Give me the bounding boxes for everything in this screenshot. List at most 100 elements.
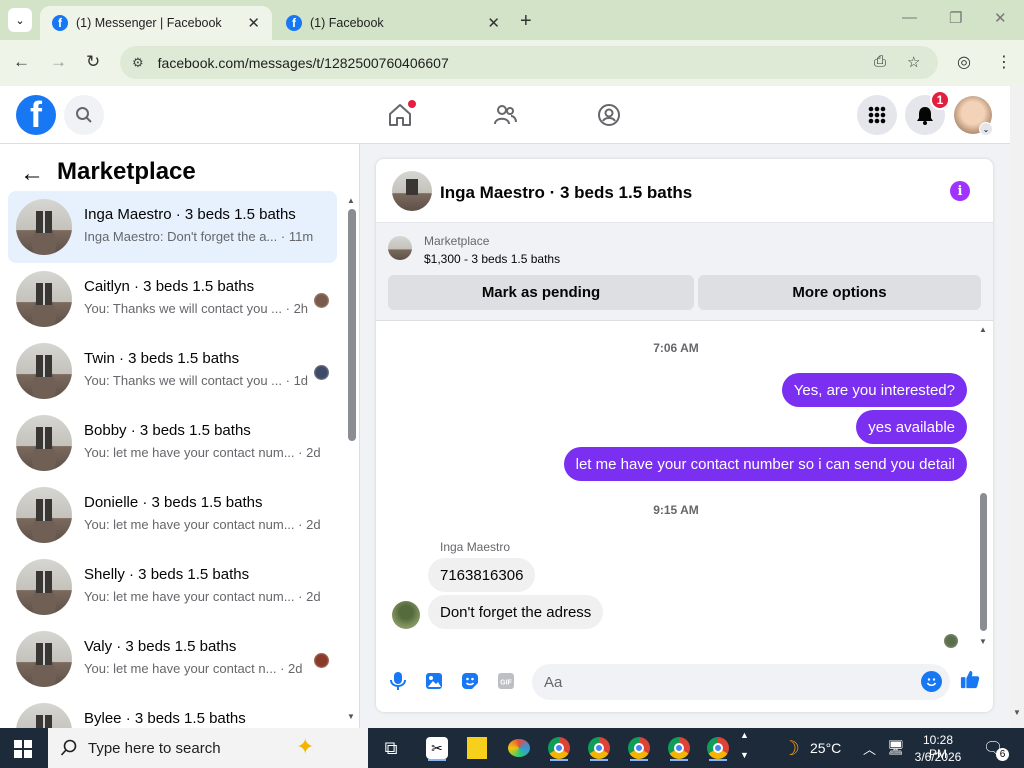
conversation-item[interactable]: Caitlyn · 3 beds 1.5 baths You: Thanks we…	[8, 263, 337, 335]
chrome-app-icon-5[interactable]	[703, 734, 733, 762]
listing-thumbnail	[16, 343, 72, 399]
conversation-item[interactable]: Bobby · 3 beds 1.5 baths You: let me have…	[8, 407, 337, 479]
profile-icon[interactable]: ◎	[957, 52, 971, 72]
listing-thumbnail[interactable]	[392, 171, 432, 211]
windows-start-icon[interactable]	[14, 740, 32, 758]
chrome-app-icon-2[interactable]	[584, 734, 614, 762]
close-tab-icon[interactable]: ✕	[247, 14, 260, 32]
marketplace-label: Marketplace	[424, 234, 490, 248]
attach-photo-button[interactable]	[424, 671, 444, 691]
incoming-message[interactable]: 7163816306	[428, 558, 536, 592]
tab-messenger[interactable]: f (1) Messenger | Facebook ✕	[40, 6, 272, 40]
conversation-item[interactable]: Bylee · 3 beds 1.5 baths	[8, 695, 337, 728]
site-info-icon[interactable]: ⚙	[132, 55, 144, 71]
listing-price[interactable]: $1,300 - 3 beds 1.5 baths	[424, 252, 560, 266]
minimize-button[interactable]: —	[902, 9, 917, 26]
facebook-header: f	[0, 86, 1010, 144]
more-options-button[interactable]: More options	[698, 275, 981, 310]
bookmark-star-icon[interactable]: ☆	[907, 53, 920, 71]
outgoing-message[interactable]: let me have your contact number so i can…	[563, 447, 967, 481]
emoji-button[interactable]	[921, 671, 942, 692]
new-tab-button[interactable]: +	[520, 10, 532, 33]
seen-avatar	[314, 653, 329, 668]
outgoing-message[interactable]: yes available	[856, 410, 967, 444]
tab-facebook[interactable]: f (1) Facebook ✕	[274, 6, 512, 40]
scrollbar-thumb[interactable]	[348, 209, 356, 441]
conversation-item[interactable]: Twin · 3 beds 1.5 baths You: Thanks we wi…	[8, 335, 337, 407]
friends-nav-button[interactable]	[490, 100, 520, 130]
chrome-app-icon-1[interactable]	[544, 734, 574, 762]
taskbar-search-box[interactable]: Type here to search ✦	[48, 728, 368, 768]
network-icon[interactable]: 🖥	[887, 739, 905, 756]
gif-button[interactable]: GIF	[496, 671, 516, 691]
listing-thumbnail-small[interactable]	[388, 236, 412, 260]
outgoing-message[interactable]: Yes, are you interested?	[781, 373, 967, 407]
scroll-down-arrow[interactable]: ▼	[979, 637, 987, 646]
thumbs-up-icon	[960, 670, 980, 689]
task-view-icon[interactable]: ⧉	[376, 734, 406, 762]
mark-as-pending-button[interactable]: Mark as pending	[388, 275, 694, 310]
facebook-logo-icon[interactable]: f	[16, 95, 56, 135]
conversation-item[interactable]: Inga Maestro · 3 beds 1.5 baths Inga Maes…	[8, 191, 337, 263]
sender-avatar[interactable]	[392, 601, 420, 629]
message-scrollbar[interactable]: ▲ ▼	[976, 321, 990, 651]
conversation-preview-text: You: Thanks we will contact you ...	[84, 373, 282, 388]
listing-thumbnail	[16, 487, 72, 543]
notification-center-count: 6	[996, 748, 1009, 761]
page-scrollbar[interactable]: ▼	[1010, 86, 1024, 728]
chrome-app-icon-3[interactable]	[624, 734, 654, 762]
capcut-app-icon[interactable]: ✂	[422, 734, 452, 762]
install-app-icon[interactable]: ⎙	[874, 53, 886, 70]
taskbar-scroll-arrows[interactable]: ▲ ▼	[740, 730, 749, 760]
gif-icon: GIF	[498, 673, 514, 689]
back-button[interactable]: ←	[13, 52, 30, 72]
paint-app-icon[interactable]	[504, 734, 534, 762]
conversation-item[interactable]: Donielle · 3 beds 1.5 baths You: let me h…	[8, 479, 337, 551]
page-scroll-down-arrow[interactable]: ▼	[1013, 708, 1021, 717]
search-highlight-icon[interactable]: ✦	[296, 734, 314, 760]
listing-thumbnail	[16, 199, 72, 255]
conversation-item[interactable]: Valy · 3 beds 1.5 baths You: let me have …	[8, 623, 337, 695]
chat-title[interactable]: Inga Maestro · 3 beds 1.5 baths	[440, 183, 692, 203]
account-chevron-icon[interactable]: ⌄	[979, 122, 993, 136]
groups-nav-button[interactable]	[594, 100, 624, 130]
bell-icon	[917, 107, 933, 125]
conversation-list-scrollbar[interactable]: ▲ ▼	[344, 194, 358, 728]
weather-temperature[interactable]: 25°C	[810, 740, 841, 756]
scroll-up-arrow[interactable]: ▲	[347, 196, 355, 205]
sticker-button[interactable]	[460, 671, 480, 691]
weather-moon-icon[interactable]: ☽	[776, 734, 806, 762]
scrollbar-thumb[interactable]	[980, 493, 987, 631]
chat-header: Inga Maestro · 3 beds 1.5 baths i	[376, 159, 993, 223]
voice-clip-button[interactable]	[388, 671, 408, 691]
scroll-up-arrow[interactable]: ▲	[979, 325, 987, 334]
forward-button[interactable]: →	[50, 52, 67, 72]
tab-search-chevron-icon[interactable]: ⌄	[8, 8, 32, 32]
close-tab-icon[interactable]: ✕	[487, 14, 500, 32]
address-bar[interactable]: ⚙ facebook.com/messages/t/12825007604066…	[120, 46, 938, 79]
sender-name: Inga Maestro	[440, 540, 511, 554]
friends-icon	[494, 105, 517, 125]
menu-button[interactable]	[857, 95, 897, 135]
conversation-time: · 11m	[280, 229, 314, 244]
restore-button[interactable]: ❐	[949, 9, 962, 27]
clock-date[interactable]: 3/6/2026	[913, 750, 963, 764]
facebook-favicon-icon: f	[286, 15, 302, 31]
sticky-notes-app-icon[interactable]	[462, 734, 492, 762]
reload-button[interactable]: ↻	[86, 52, 100, 72]
close-window-button[interactable]: ✕	[994, 9, 1007, 27]
conversation-preview-text: You: Thanks we will contact you ...	[84, 301, 282, 316]
message-input[interactable]: Aa	[532, 664, 950, 700]
scroll-down-arrow[interactable]: ▼	[347, 712, 355, 721]
show-hidden-icons-chevron-icon[interactable]: ︿	[863, 739, 876, 758]
chrome-app-icon-4[interactable]	[664, 734, 694, 762]
conversation-item[interactable]: Shelly · 3 beds 1.5 baths You: let me hav…	[8, 551, 337, 623]
search-button[interactable]	[64, 95, 104, 135]
info-icon[interactable]: i	[950, 181, 970, 201]
conversation-preview-text: You: let me have your contact n...	[84, 661, 277, 676]
incoming-message[interactable]: Don't forget the adress	[428, 595, 604, 629]
sticker-icon	[462, 673, 478, 689]
back-arrow-icon[interactable]: ←	[20, 160, 44, 188]
chrome-menu-icon[interactable]: ⋮	[996, 52, 1012, 72]
like-button[interactable]	[960, 669, 980, 689]
